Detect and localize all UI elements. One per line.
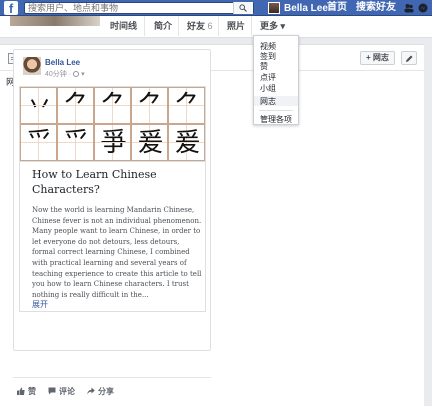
tab-timeline[interactable]: 时间线 bbox=[110, 19, 137, 32]
post-time: 40分钟 · bbox=[45, 71, 72, 78]
post-actions: 赞 评论 分享 bbox=[13, 383, 211, 399]
tab-about[interactable]: 简介 bbox=[154, 19, 172, 32]
like-label: 赞 bbox=[28, 386, 36, 396]
actions-divider bbox=[13, 377, 211, 378]
stroke-glyph: 爰 bbox=[137, 128, 164, 158]
avatar bbox=[268, 2, 280, 14]
friend-requests-icon[interactable] bbox=[404, 3, 414, 13]
stroke-glyph: ⺈ bbox=[137, 91, 164, 121]
post-author-avatar[interactable] bbox=[23, 57, 41, 75]
note-title[interactable]: How to Learn Chinese Characters? bbox=[32, 167, 197, 197]
profile-navigation: 时间线 简介 好友 6 照片 更多 ▾ bbox=[0, 16, 432, 38]
share-button[interactable]: 分享 bbox=[87, 383, 114, 399]
comment-button[interactable]: 评论 bbox=[48, 383, 75, 399]
share-icon bbox=[87, 387, 95, 395]
tab-more[interactable]: 更多 ▾ bbox=[260, 19, 285, 32]
add-note-button[interactable]: + 网志 bbox=[360, 51, 395, 65]
grid-cell: ⺈ bbox=[131, 87, 168, 124]
facebook-logo[interactable]: f bbox=[4, 1, 18, 16]
more-dropdown-menu: 视频 签到 赞 点评 小组 网志 管理各项 bbox=[253, 35, 299, 125]
comment-icon bbox=[48, 387, 56, 395]
grid-cell: ⺈ bbox=[57, 87, 94, 124]
grid-cell: ⺈ bbox=[94, 87, 131, 124]
stroke-glyph: ⺈ bbox=[100, 91, 127, 121]
expand-link[interactable]: 展开 bbox=[32, 299, 48, 310]
menu-item-notes[interactable]: 网志 bbox=[260, 96, 276, 107]
stroke-glyph: ⺈ bbox=[174, 91, 201, 121]
menu-divider bbox=[259, 110, 293, 111]
menu-item-manage-sections[interactable]: 管理各项 bbox=[260, 114, 292, 125]
grid-cell: 爰 bbox=[168, 124, 205, 161]
tab-friends[interactable]: 好友 6 bbox=[187, 19, 213, 32]
note-cover-image: 丷 ⺈ ⺈ ⺈ ⺈ 爫 爫 爭 爰 爰 bbox=[20, 87, 205, 162]
thumbs-up-icon bbox=[17, 387, 25, 395]
search-input[interactable] bbox=[25, 3, 225, 13]
messages-icon[interactable] bbox=[418, 3, 428, 13]
pencil-icon bbox=[406, 55, 413, 62]
top-profile-link[interactable]: Bella Lee bbox=[268, 0, 328, 16]
grid-cell: 爰 bbox=[131, 124, 168, 161]
post-author-name[interactable]: Bella Lee bbox=[45, 58, 80, 67]
grid-cell: ⺈ bbox=[168, 87, 205, 124]
stroke-glyph: 爭 bbox=[100, 128, 127, 158]
grid-cell: 爫 bbox=[57, 124, 94, 161]
grid-cell: 爭 bbox=[94, 124, 131, 161]
stroke-glyph: 爫 bbox=[63, 128, 90, 158]
menu-item-likes[interactable]: 赞 bbox=[260, 61, 268, 72]
top-user-name: Bella Lee bbox=[284, 2, 328, 14]
note-excerpt: Now the world is learning Mandarin Chine… bbox=[32, 206, 202, 299]
share-label: 分享 bbox=[98, 386, 114, 396]
stroke-glyph: 爰 bbox=[174, 128, 201, 158]
nav-divider bbox=[251, 16, 252, 36]
chevron-down-icon: ▾ bbox=[81, 71, 85, 78]
tab-photos[interactable]: 照片 bbox=[227, 19, 245, 32]
grid-cell: 丷 bbox=[20, 87, 57, 124]
note-preview[interactable]: 丷 ⺈ ⺈ ⺈ ⺈ 爫 爫 爭 爰 爰 How to Learn Chinese… bbox=[19, 86, 206, 312]
top-icons bbox=[404, 3, 428, 13]
like-button[interactable]: 赞 bbox=[17, 383, 36, 399]
cover-photo-edge bbox=[10, 16, 100, 26]
search-box[interactable] bbox=[24, 2, 254, 14]
note-post: Bella Lee 40分钟 · ▾ 丷 ⺈ ⺈ ⺈ ⺈ 爫 爫 爭 爰 爰 H… bbox=[13, 49, 211, 351]
nav-divider bbox=[178, 16, 179, 36]
stroke-glyph: ⺈ bbox=[63, 91, 90, 121]
edit-button[interactable] bbox=[401, 51, 417, 65]
menu-item-reviews[interactable]: 点评 bbox=[260, 72, 276, 83]
scrollbar-track[interactable] bbox=[424, 38, 432, 406]
stroke-glyph: 爫 bbox=[26, 128, 53, 158]
globe-icon bbox=[73, 71, 80, 77]
friends-count: 6 bbox=[207, 21, 213, 31]
nav-divider bbox=[144, 16, 145, 36]
stroke-glyph: 丷 bbox=[26, 91, 53, 121]
home-link[interactable]: 首页 bbox=[327, 0, 347, 16]
search-button[interactable] bbox=[233, 2, 253, 14]
comment-label: 评论 bbox=[59, 386, 75, 396]
menu-item-groups[interactable]: 小组 bbox=[260, 83, 276, 94]
nav-divider bbox=[218, 16, 219, 36]
find-friends-link[interactable]: 搜索好友 bbox=[356, 0, 396, 16]
post-timestamp[interactable]: 40分钟 · ▾ bbox=[45, 69, 85, 79]
search-icon bbox=[239, 4, 247, 12]
tab-friends-label: 好友 bbox=[187, 21, 206, 31]
top-navigation-bar: f Bella Lee 首页 搜索好友 bbox=[0, 0, 432, 16]
grid-cell: 爫 bbox=[20, 124, 57, 161]
